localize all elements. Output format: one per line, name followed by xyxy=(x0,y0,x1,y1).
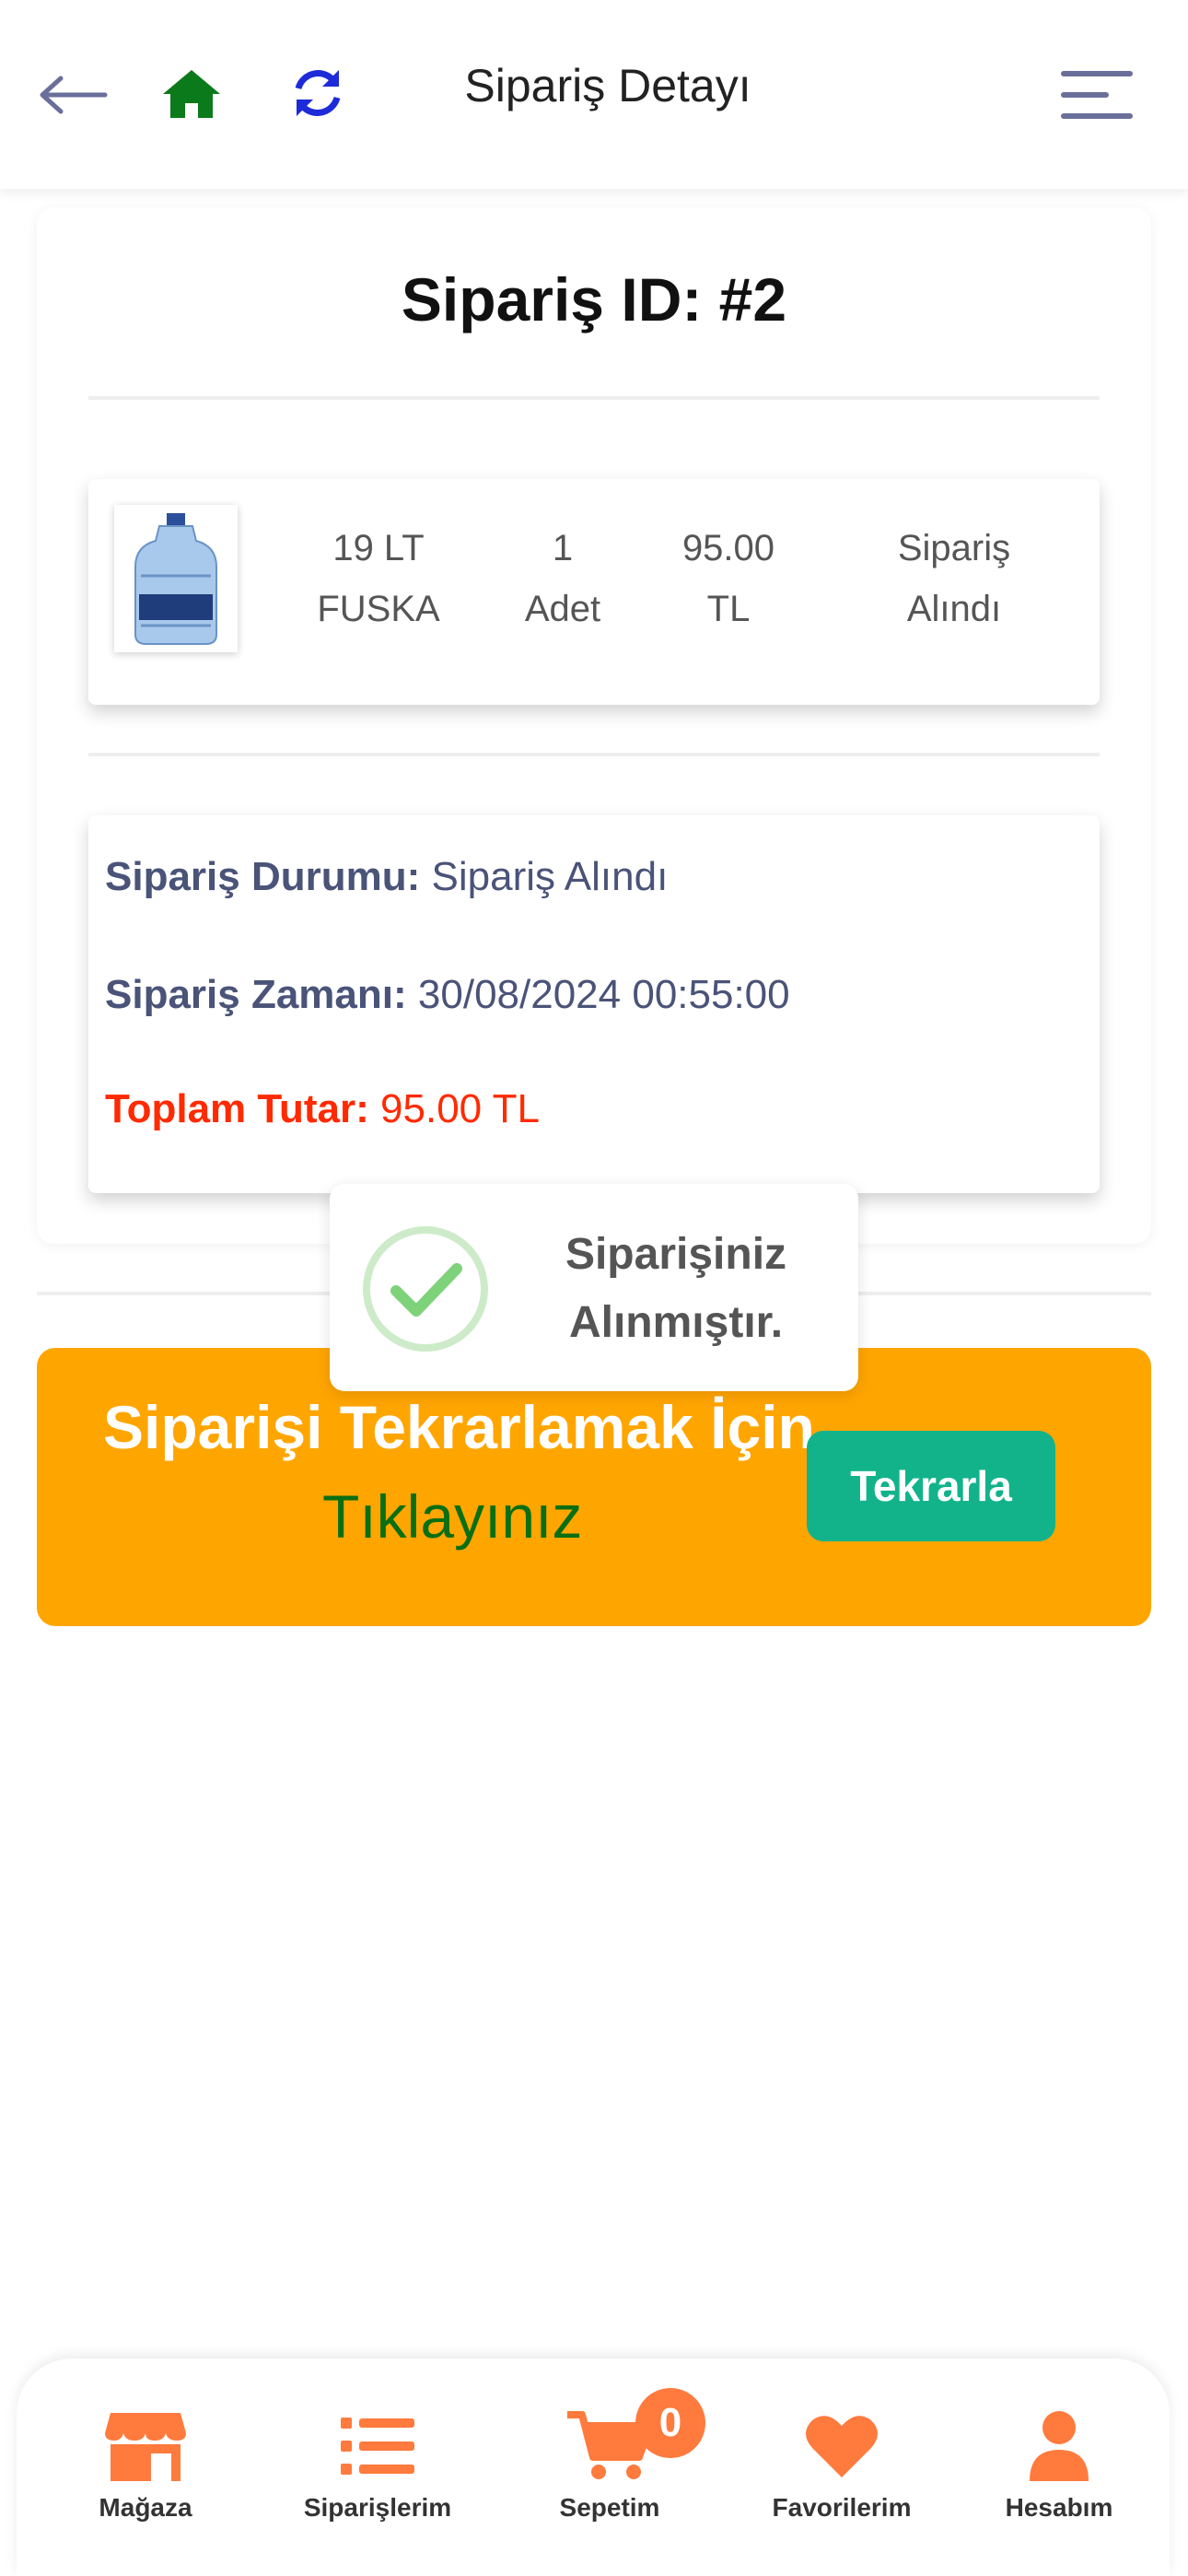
list-icon xyxy=(341,2418,414,2475)
repeat-order-button[interactable]: Tekrarla xyxy=(807,1431,1055,1541)
product-quantity: 1 Adet xyxy=(494,518,632,639)
quantity-value: 1 xyxy=(552,528,574,568)
order-card: Sipariş ID: #2 19 LT FUSKA 1 Adet 95.00 … xyxy=(37,207,1151,1244)
top-bar: Sipariş Detayı xyxy=(0,0,1188,189)
store-icon xyxy=(105,2413,186,2481)
divider xyxy=(88,396,1100,400)
repeat-banner-subtitle: Tıklayınız xyxy=(322,1482,583,1551)
product-name-line1: 19 LT xyxy=(332,528,425,568)
order-time-value: 30/08/2024 00:55:00 xyxy=(417,972,790,1017)
order-status-label: Sipariş Durumu: xyxy=(105,854,421,899)
price-value: 95.00 xyxy=(681,528,775,568)
item-status-line2: Alındı xyxy=(906,589,1002,629)
toast-line1: Siparişiniz xyxy=(565,1230,787,1279)
checkmark-circle-icon xyxy=(363,1226,488,1352)
cart-count-badge: 0 xyxy=(635,2388,705,2458)
item-status: Sipariş Alındı xyxy=(862,518,1046,639)
order-status-value: Sipariş Alındı xyxy=(431,854,669,899)
user-icon xyxy=(1030,2411,1089,2481)
nav-item-magaza[interactable]: Mağaza xyxy=(35,2405,256,2523)
product-name-line2: FUSKA xyxy=(317,589,440,629)
menu-icon xyxy=(1061,71,1133,119)
arrow-left-icon xyxy=(40,76,108,114)
order-item-row[interactable]: 19 LT FUSKA 1 Adet 95.00 TL Sipariş Alın… xyxy=(88,479,1100,705)
order-time-row: Sipariş Zamanı: 30/08/2024 00:55:00 xyxy=(105,972,790,1018)
back-button[interactable] xyxy=(37,63,111,127)
order-id: Sipariş ID: #2 xyxy=(401,265,787,334)
repeat-banner-title: Siparişi Tekrarlamak İçin xyxy=(103,1393,815,1461)
nav-label: Mağaza xyxy=(99,2493,192,2522)
nav-item-hesabim[interactable]: Hesabım xyxy=(949,2405,1170,2523)
menu-button[interactable] xyxy=(1059,64,1136,125)
price-currency: TL xyxy=(706,589,751,629)
nav-item-sepetim[interactable]: 0 Sepetim xyxy=(499,2388,720,2523)
home-icon xyxy=(163,70,220,118)
refresh-button[interactable] xyxy=(284,59,352,127)
refresh-icon xyxy=(295,70,341,116)
nav-label: Hesabım xyxy=(1005,2493,1113,2522)
order-info-card: Sipariş Durumu: Sipariş Alındı Sipariş Z… xyxy=(88,815,1100,1193)
divider xyxy=(88,753,1100,756)
order-status-row: Sipariş Durumu: Sipariş Alındı xyxy=(105,854,668,900)
toast-line2: Alınmıştır. xyxy=(568,1298,784,1347)
order-time-label: Sipariş Zamanı: xyxy=(105,972,407,1017)
nav-label: Sepetim xyxy=(559,2493,660,2522)
product-image xyxy=(114,505,238,652)
nav-label: Siparişlerim xyxy=(303,2493,452,2522)
bottom-navigation: Mağaza Siparişlerim 0 Sepetim Favorileri… xyxy=(17,2359,1170,2576)
page-title: Sipariş Detayı xyxy=(464,60,751,111)
order-total-label: Toplam Tutar: xyxy=(105,1086,369,1131)
order-total-row: Toplam Tutar: 95.00 TL xyxy=(105,1086,540,1132)
nav-item-favorilerim[interactable]: Favorilerim xyxy=(731,2405,952,2523)
product-price: 95.00 TL xyxy=(659,518,798,639)
heart-icon xyxy=(806,2416,878,2477)
nav-label: Favorilerim xyxy=(772,2493,912,2522)
nav-item-siparislerim[interactable]: Siparişlerim xyxy=(267,2405,488,2523)
success-toast: Siparişiniz Alınmıştır. xyxy=(330,1184,858,1391)
water-bottle-icon xyxy=(134,513,217,645)
home-button[interactable] xyxy=(158,61,225,127)
order-total-value: 95.00 TL xyxy=(380,1086,540,1131)
quantity-unit: Adet xyxy=(524,589,601,629)
item-status-line1: Sipariş xyxy=(897,528,1011,568)
toast-message: Siparişiniz Alınmıştır. xyxy=(510,1221,842,1357)
product-name: 19 LT FUSKA xyxy=(291,518,466,639)
